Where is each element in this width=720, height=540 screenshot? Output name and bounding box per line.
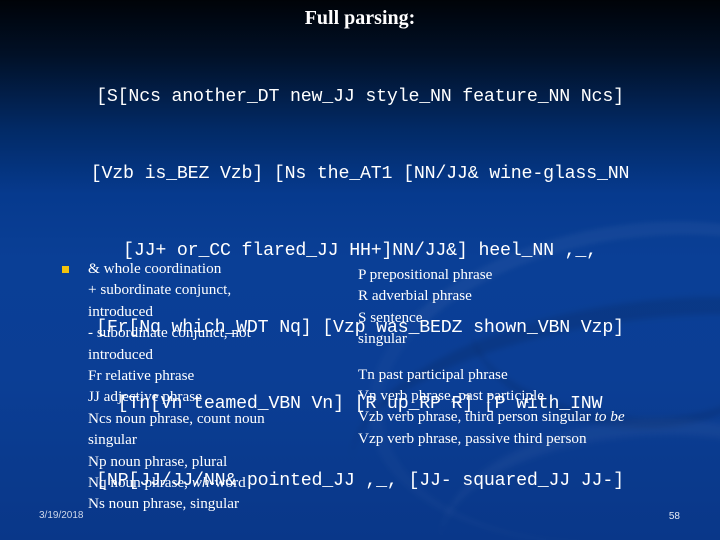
legend-item: - subordinate conjunct, not (88, 324, 251, 342)
legend-item-italic: wh (191, 474, 210, 492)
legend-item: introduced (88, 302, 153, 320)
legend-left-column: & whole coordination + subordinate conju… (88, 258, 338, 515)
legend-item: R adverbial phrase (358, 287, 472, 305)
legend-item: + subordinate conjunct, (88, 281, 232, 299)
legend-item: P prepositional phrase (358, 266, 493, 283)
legend-item-suffix: -word (209, 474, 246, 492)
legend-item: introduced (88, 345, 153, 363)
legend-item: Np noun phrase, plural (88, 452, 228, 470)
slide-number: 58 (668, 511, 680, 522)
legend-item: S sentence (358, 308, 423, 326)
page-title: Full parsing: (304, 7, 416, 29)
legend-item: Fr relative phrase (88, 367, 195, 385)
legend-right-column: P prepositional phrase R adverbial phras… (358, 264, 718, 449)
legend-section: & whole coordination + subordinate conju… (0, 258, 720, 512)
parse-line: [Vzb is_BEZ Vzb] [Ns the_AT1 [NN/JJ& win… (90, 163, 630, 184)
bullet-square-icon (62, 266, 69, 273)
legend-item: JJ adjective phrase (88, 388, 202, 406)
legend-item-prefix: Vzb verb phrase, third person singular (358, 408, 595, 426)
date-stamp: 3/19/2018 (39, 510, 84, 521)
legend-item: Ns noun phrase, singular (88, 495, 240, 513)
legend-item: Ncs noun phrase, count noun (88, 409, 265, 427)
legend-item-to-be: Vzb verb phrase, third person singular t… (358, 406, 718, 427)
legend-item: singular (88, 431, 137, 449)
legend-item-wh-word: Nq noun phrase, wh-word (88, 472, 338, 493)
legend-item-italic: to be (594, 408, 625, 426)
legend-item: Vzp verb phrase, passive third person (358, 429, 587, 447)
legend-item: Vn verb phrase, past participle (358, 387, 544, 405)
legend-item: Tn past participal phrase (358, 365, 508, 383)
legend-item-prefix: Nq noun phrase, (88, 474, 192, 492)
slide-canvas: Full parsing: [S[Ncs another_DT new_JJ s… (0, 0, 720, 540)
legend-item: singular (358, 330, 407, 348)
parse-line: [S[Ncs another_DT new_JJ style_NN featur… (96, 87, 624, 108)
legend-item: & whole coordination (88, 260, 222, 277)
